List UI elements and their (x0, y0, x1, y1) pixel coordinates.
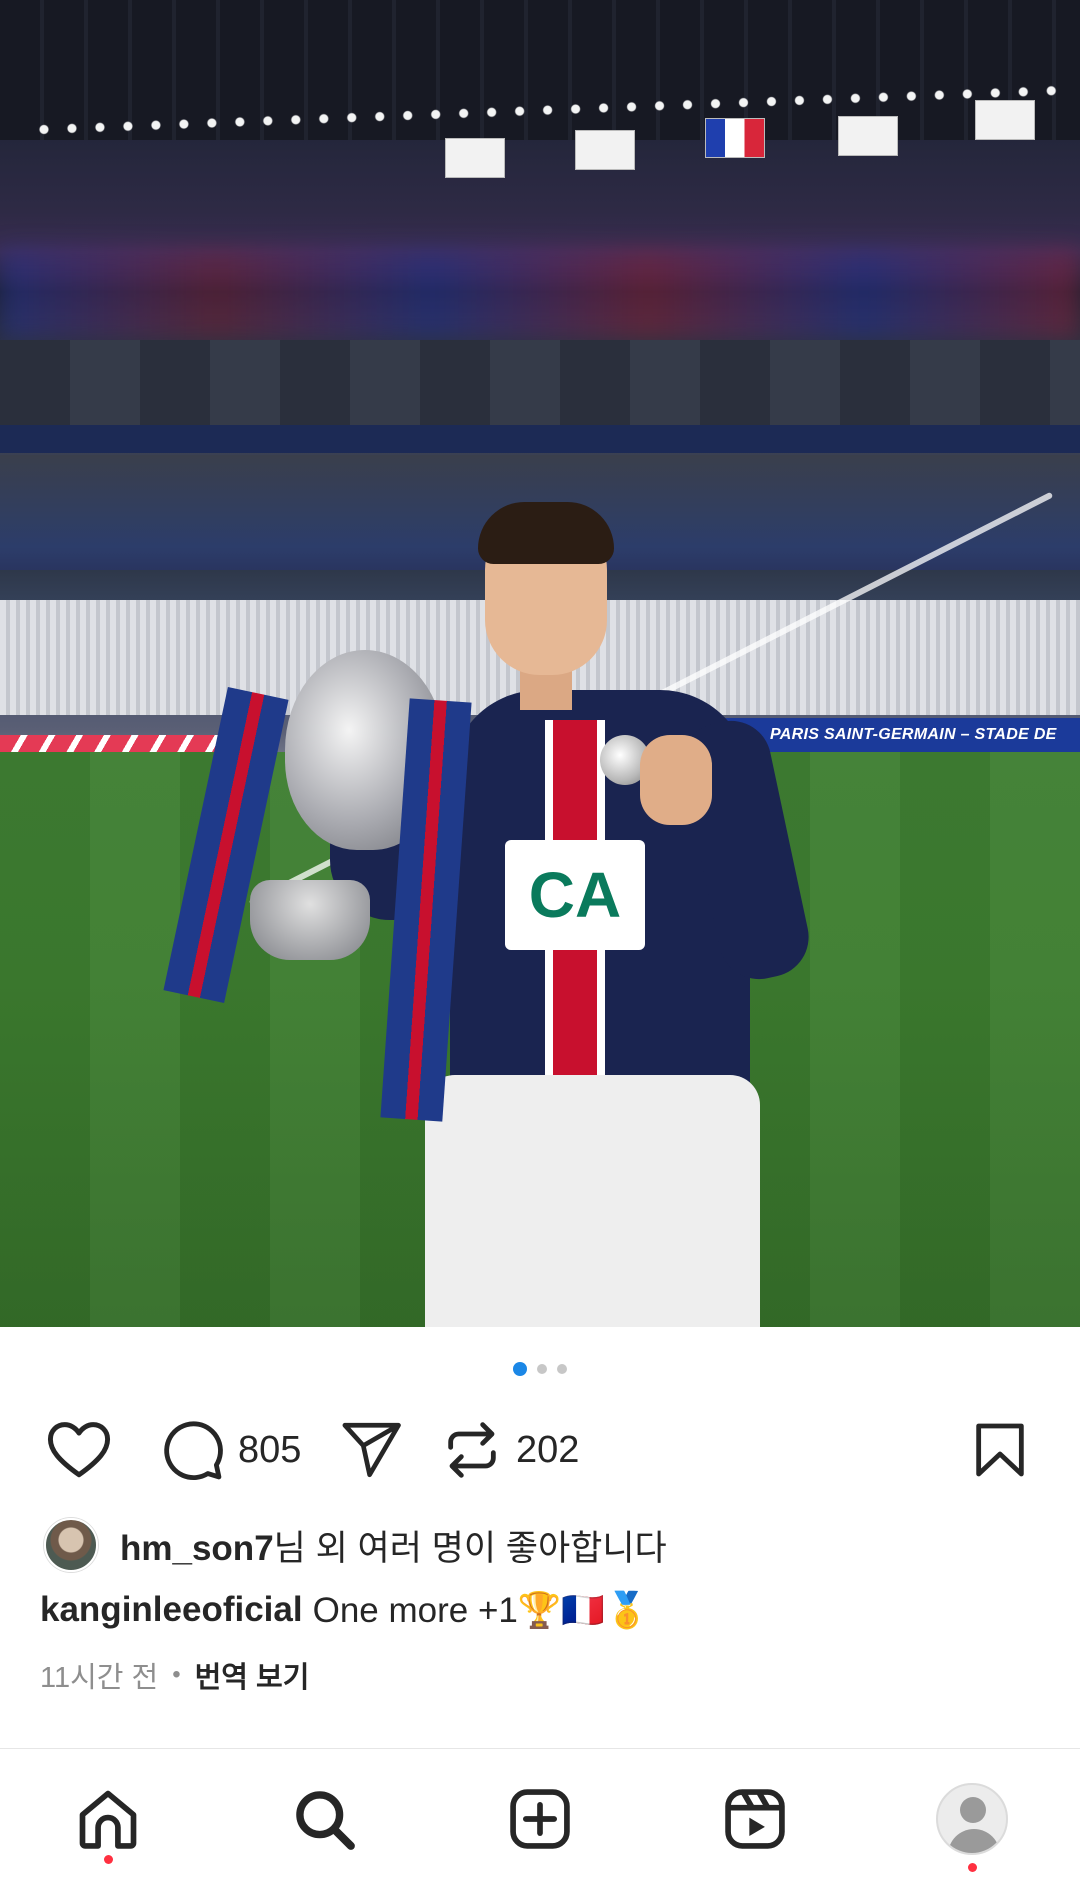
hanging-flag (575, 130, 635, 170)
liker-avatar[interactable] (44, 1518, 98, 1572)
likes-text: hm_son7님 외 여러 명이 좋아합니다 (120, 1520, 667, 1571)
profile-avatar (936, 1782, 1008, 1855)
post-caption: kanginleeoficial One more +1🏆🇫🇷🥇 (40, 1582, 649, 1638)
sponsor-banner (0, 425, 1080, 453)
player-flag-wrap (425, 1075, 760, 1327)
nav-home[interactable] (48, 1749, 168, 1888)
see-translation-link[interactable]: 번역 보기 (195, 1654, 310, 1696)
post-meta: 11시간 전 • 번역 보기 (40, 1650, 309, 1700)
save-button[interactable] (968, 1405, 1032, 1495)
reels-icon (725, 1788, 785, 1849)
notification-dot (104, 1855, 113, 1864)
player-hair (478, 502, 614, 564)
avatar-head (960, 1796, 986, 1823)
nav-profile[interactable] (912, 1749, 1032, 1888)
repost-button[interactable]: 202 (440, 1405, 579, 1495)
jersey-sponsor-logo: CA (505, 840, 645, 950)
bookmark-icon (976, 1423, 1024, 1477)
hanging-flag (838, 116, 898, 156)
bottom-nav (0, 1749, 1080, 1888)
send-icon (342, 1422, 401, 1478)
post-timestamp: 11시간 전 (40, 1662, 159, 1694)
share-button[interactable] (338, 1405, 404, 1495)
post-photo[interactable]: PARIS SAINT-GERMAIN – STADE DE REIMS CA (0, 0, 1080, 1327)
likes-summary[interactable]: hm_son7님 외 여러 명이 좋아합니다 (44, 1515, 667, 1575)
nav-create[interactable] (480, 1749, 600, 1888)
carousel-dot-active (513, 1362, 527, 1376)
carousel-dot (557, 1364, 567, 1374)
hanging-flag (975, 100, 1035, 140)
heart-icon (47, 1422, 111, 1478)
comment-icon (164, 1421, 223, 1480)
comment-count: 805 (238, 1428, 302, 1471)
repost-icon (448, 1422, 496, 1478)
carousel-indicator (0, 1362, 1080, 1376)
create-icon (510, 1788, 570, 1849)
player-hand (640, 735, 712, 825)
stadium-lighting-glow (0, 250, 1080, 340)
comment-button[interactable]: 805 (158, 1405, 301, 1495)
meta-separator: • (172, 1661, 181, 1688)
caption-username[interactable]: kanginleeoficial (40, 1590, 303, 1630)
post-action-bar: 805 202 (0, 1405, 1080, 1495)
search-icon (296, 1790, 355, 1850)
repost-count: 202 (516, 1428, 580, 1471)
hanging-flag (445, 138, 505, 178)
carousel-dot (537, 1364, 547, 1374)
notification-dot (968, 1863, 977, 1872)
avatar-body (948, 1828, 1000, 1853)
likes-suffix: 님 외 여러 명이 좋아합니다 (273, 1528, 667, 1568)
like-button[interactable] (44, 1405, 114, 1495)
caption-text: One more +1🏆🇫🇷🥇 (312, 1590, 649, 1630)
trophy-base (250, 880, 370, 960)
liker-username[interactable]: hm_son7 (120, 1529, 274, 1568)
nav-search[interactable] (264, 1749, 384, 1888)
french-flag (705, 118, 765, 158)
home-icon (79, 1790, 137, 1849)
nav-reels[interactable] (695, 1749, 815, 1888)
